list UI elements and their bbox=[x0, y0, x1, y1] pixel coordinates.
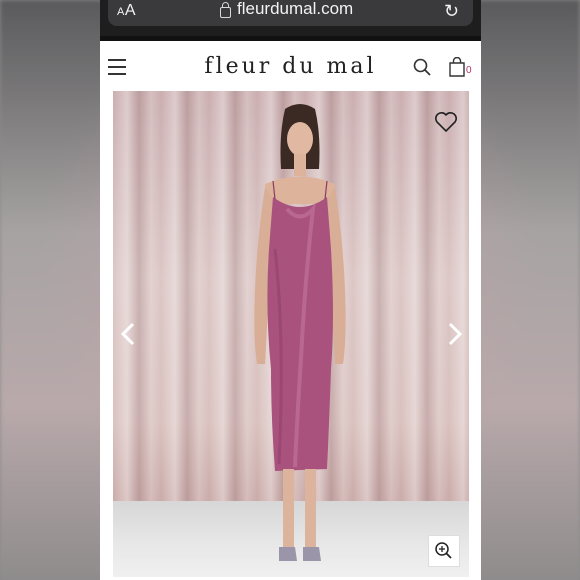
reload-icon[interactable]: ↻ bbox=[444, 1, 459, 22]
model-figure bbox=[254, 104, 346, 561]
phone-screen: AA fleurdumal.com ↻ fleur du mal 0 bbox=[100, 0, 481, 580]
search-icon[interactable] bbox=[413, 58, 431, 76]
chevron-left-icon[interactable] bbox=[118, 321, 140, 347]
shopping-bag-icon[interactable] bbox=[448, 57, 466, 77]
browser-address-bar: AA fleurdumal.com ↻ bbox=[100, 0, 481, 36]
text-size-button[interactable]: AA bbox=[117, 2, 136, 20]
url-text[interactable]: fleurdumal.com bbox=[237, 0, 353, 19]
product-image[interactable] bbox=[113, 91, 469, 577]
zoom-button[interactable] bbox=[428, 535, 460, 567]
lock-icon bbox=[220, 2, 231, 18]
heart-icon[interactable] bbox=[434, 111, 458, 133]
bag-count-badge: 0 bbox=[466, 65, 472, 76]
zoom-in-icon bbox=[435, 542, 452, 559]
chevron-right-icon[interactable] bbox=[443, 321, 465, 347]
site-header: fleur du mal 0 bbox=[100, 41, 481, 91]
